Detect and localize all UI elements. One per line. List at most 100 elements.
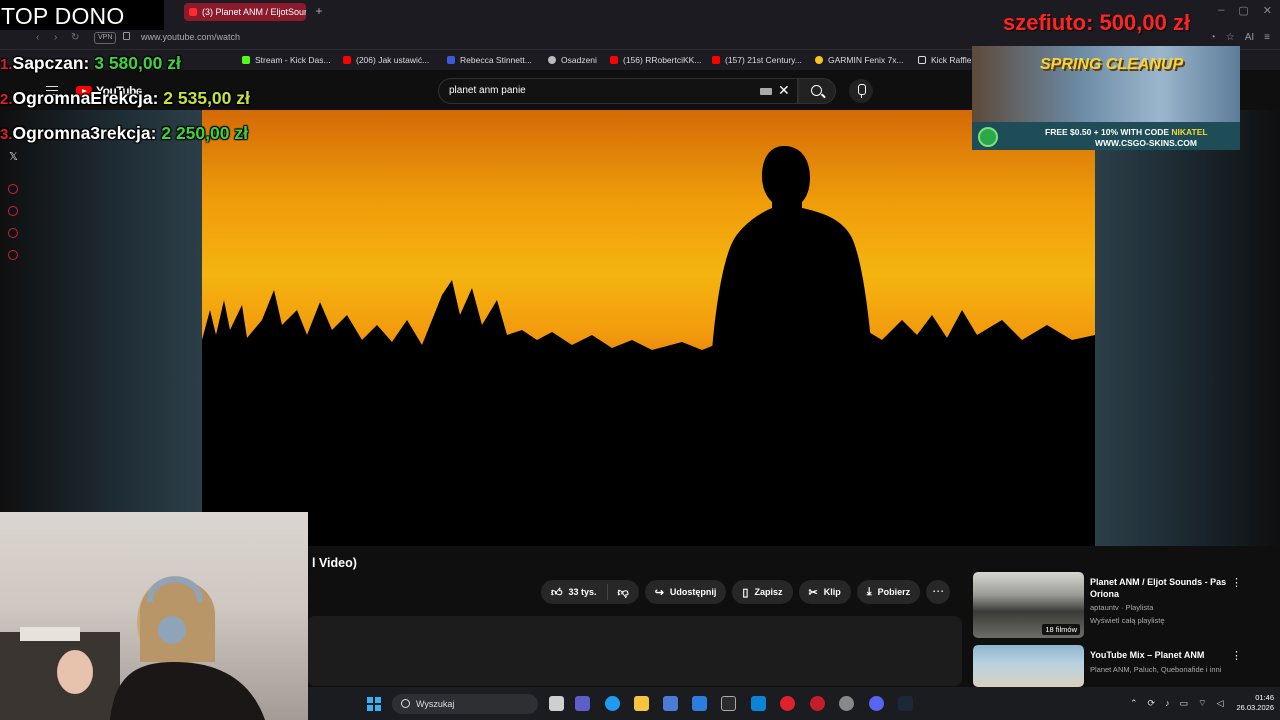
app-icon[interactable] [839,696,854,711]
maximize-icon[interactable]: ▢ [1238,4,1248,17]
share-icon: ↪ [654,586,664,599]
new-tab-button[interactable]: + [312,4,326,18]
document-icon [918,56,926,64]
ai-icon[interactable]: AI [1245,32,1254,43]
recommendation-item[interactable]: 18 filmów Planet ANM / Eljot Sounds - Pa… [973,572,1273,638]
like-dislike-group: 👍︎ 33 tys. 👎︎ [541,580,639,604]
volume-icon[interactable]: ◁ [1217,698,1224,709]
ad-promo-text: FREE $0.50 + 10% WITH CODE NIKATEL [1045,127,1208,137]
tab-youtube[interactable]: (3) Planet ANM / EljotSoun [184,3,306,21]
display-icon[interactable]: ▭ [1180,698,1189,709]
teams-icon[interactable] [575,696,590,711]
recommendation-title[interactable]: Planet ANM / Eljot Sounds - Pas Oriona [1090,576,1240,600]
forward-icon[interactable]: › [54,32,57,43]
recommendation-title[interactable]: YouTube Mix – Planet ANM [1090,649,1240,661]
bookmark-item[interactable]: Stream - Kick Das... [242,55,331,65]
task-view-icon[interactable] [549,696,564,711]
video-actions: 👍︎ 33 tys. 👎︎ ↪ Udostępnij ▯ Zapisz ✂ Klip ⤓… [541,580,951,604]
recommendation-item[interactable]: YouTube Mix – Planet ANM Planet ANM, Pal… [973,645,1273,687]
youtube-favicon-icon [189,8,197,16]
donor-entry: 1.Sapczan: 3 580,00 zł [0,53,181,73]
clock-date: 26.03.2026 [1236,703,1274,712]
lock-icon[interactable] [123,32,130,40]
webcam-person [0,576,265,720]
garmin-icon [815,56,823,64]
clock-time: 01:46 [1255,693,1274,702]
back-icon[interactable]: ‹ [36,32,39,43]
url-field[interactable]: www.youtube.com/watch [141,32,240,42]
donor-entry: 2.OgromnaErekcja: 2 535,00 zł [0,88,250,108]
recommendation-menu-icon[interactable]: ⋮ [1231,649,1242,662]
tab-title: (3) Planet ANM / EljotSoun [202,7,306,17]
menu-icon[interactable]: ≡ [1264,32,1270,43]
bookmark-item[interactable]: Kick Raffle [918,55,971,65]
sidebar-icons [8,184,20,272]
bookmark-item[interactable]: Osadzeni [548,55,597,65]
taskbar-clock[interactable]: 01:46 26.03.2026 [1226,693,1274,713]
reload-icon[interactable]: ↻ [71,32,79,43]
store-icon[interactable] [663,696,678,711]
ad-url: WWW.CSGO-SKINS.COM [1095,138,1197,148]
keyboard-icon[interactable] [760,88,772,95]
network-icon[interactable]: ⌔ [1198,698,1206,709]
taskbar-search-input[interactable]: Wyszukaj [392,694,538,714]
clear-search-icon[interactable]: ✕ [778,82,790,99]
close-icon[interactable]: ✕ [1263,4,1272,17]
share-button[interactable]: ↪ Udostępnij [644,580,727,604]
sidebar-icon[interactable] [8,184,18,194]
sync-icon[interactable]: ⟳ [1148,698,1156,709]
steam-icon[interactable] [898,696,913,711]
edge-icon[interactable] [605,696,620,711]
scissors-icon: ✂ [808,586,818,599]
settings-icon[interactable] [8,250,18,260]
bookmark-icon: ▯ [742,586,749,599]
x-logo-icon[interactable]: 𝕏 [9,150,18,163]
mail-icon[interactable] [692,696,707,711]
recommendation-thumbnail[interactable] [973,645,1084,687]
dislike-button[interactable]: 👎︎ [608,580,639,604]
youtube-icon [610,56,618,64]
windows-taskbar: Wyszukaj ⌃ ⟳ ♪ ▭ ⌔ ◁ 01:46 26.03.2026 [308,687,1280,720]
minimize-icon[interactable]: – [1218,4,1224,17]
recommendation-thumbnail[interactable]: 18 filmów [973,572,1084,638]
save-button[interactable]: ▯ Zapisz [732,580,793,604]
system-tray: ⌃ ⟳ ♪ ▭ ⌔ ◁ [1130,698,1224,709]
more-actions-button[interactable]: ⋯ [926,580,951,604]
bell-icon[interactable]: ◔ [1210,32,1216,43]
app-icon[interactable] [751,696,766,711]
clip-button[interactable]: ✂ Klip [798,580,851,604]
bookmark-item[interactable]: GARMIN Fenix 7x... [815,55,904,65]
bookmark-item[interactable]: (156) RRobertciKK... [610,55,701,65]
bookmark-item[interactable]: Rebecca Stinnett... [447,55,532,65]
voice-search-button[interactable] [849,79,873,103]
app-icon[interactable] [721,696,736,711]
recommendation-playlist-link[interactable]: Wyświetl całą playlistę [1090,616,1165,625]
chat-icon[interactable] [8,228,18,238]
description-box[interactable] [307,616,962,686]
like-button[interactable]: 👍︎ 33 tys. [541,580,607,604]
thumbs-down-icon: 👎︎ [617,586,629,599]
extension-icons: ◔ ☆ AI ≡ [1210,32,1270,43]
bookmark-icon[interactable]: ☆ [1226,32,1235,43]
opera-icon[interactable] [780,696,795,711]
video-player[interactable] [202,110,1095,546]
ambient-glow-right [1095,110,1280,546]
recommendation-channel: Planet ANM, Paluch, Quebonafide i inni [1090,665,1222,674]
download-button[interactable]: ⤓ Pobierz [856,580,921,604]
discord-icon[interactable] [869,696,884,711]
bookmark-item[interactable]: (206) Jak ustawić... [343,55,429,65]
recommendation-menu-icon[interactable]: ⋮ [1231,576,1242,589]
history-icon[interactable] [8,206,18,216]
microphone-icon[interactable]: ♪ [1165,698,1170,709]
file-explorer-icon[interactable] [634,696,649,711]
bookmark-site-icon [548,56,556,64]
vpn-badge[interactable]: VPN [94,32,117,44]
opera-gx-icon[interactable] [810,696,825,711]
windows-start-icon[interactable] [367,697,381,711]
kick-icon [242,56,250,64]
download-icon: ⤓ [866,585,872,598]
search-input[interactable]: planet anm panie [438,78,798,104]
bookmark-item[interactable]: (157) 21st Century... [712,55,802,65]
search-button[interactable] [798,78,836,104]
chevron-up-icon[interactable]: ⌃ [1130,698,1138,709]
